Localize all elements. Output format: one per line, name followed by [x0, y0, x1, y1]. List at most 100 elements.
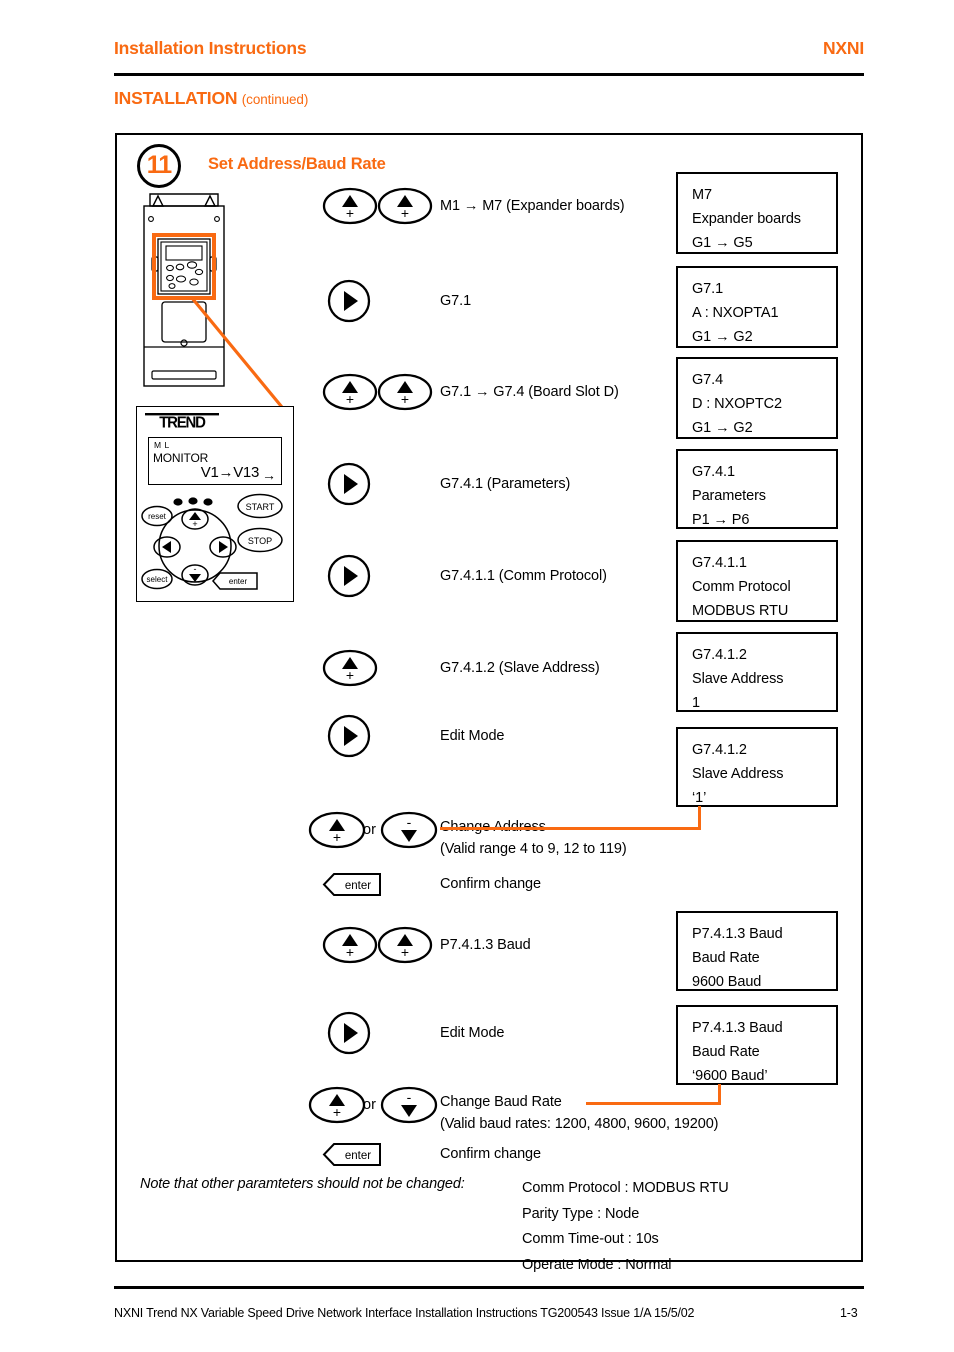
svg-text:+: + — [346, 205, 354, 221]
key-up-plus-icon[interactable]: + — [322, 925, 378, 965]
connector-baud-horizontal — [586, 1102, 721, 1106]
key-right-arrow-icon[interactable] — [326, 462, 372, 506]
section-heading-main: INSTALLATION — [114, 88, 238, 108]
key-right-arrow-icon[interactable] — [326, 554, 372, 598]
keypad-button-cluster: + - reset select START STOP enter — [141, 493, 283, 590]
key-up-plus-icon[interactable]: + — [377, 925, 433, 965]
key-up-plus-icon[interactable]: + — [377, 186, 433, 226]
svg-text:+: + — [346, 944, 354, 960]
step-row-label: Confirm change — [440, 876, 541, 892]
page-header: Installation Instructions NXNI — [114, 38, 864, 66]
step-number-badge: 11 — [137, 144, 181, 188]
led-indicator-2 — [188, 497, 198, 505]
display-line-1: G7.4 — [692, 372, 724, 388]
svg-text:+: + — [333, 829, 341, 845]
step-row-label: G7.4.1.2 (Slave Address) — [440, 660, 600, 676]
svg-text:enter: enter — [345, 1150, 371, 1162]
display-line-2: Baud Rate — [692, 950, 760, 966]
display-line-2: D : NXOPTC2 — [692, 396, 782, 412]
connector-address-horizontal — [440, 827, 701, 831]
display-box-m7: M7 Expander boards G1 → G5 — [676, 172, 838, 254]
key-up-plus-icon[interactable]: + — [308, 1085, 366, 1125]
display-line-3: ‘9600 Baud’ — [692, 1068, 768, 1084]
display-box-g7412: G7.4.1.2 Slave Address 1 — [676, 632, 838, 712]
key-right-arrow-icon[interactable] — [326, 279, 372, 323]
display-line-3: 9600 Baud — [692, 974, 762, 990]
key-down-minus-icon[interactable]: - — [380, 1085, 438, 1125]
svg-text:+: + — [346, 667, 354, 683]
key-up-plus-icon[interactable]: + — [377, 372, 433, 412]
footer-page-number: 1-3 — [840, 1306, 858, 1320]
step-row-label: P7.4.1.3 Baud — [440, 937, 531, 953]
display-line-3: P1 → P6 — [692, 512, 750, 528]
key-up-plus-icon[interactable]: + — [322, 372, 378, 412]
note-item: Operate Mode : Normal — [522, 1256, 672, 1273]
step-row-label: Confirm change — [440, 1146, 541, 1162]
display-box-baud: P7.4.1.3 Baud Baud Rate 9600 Baud — [676, 911, 838, 991]
key-up-plus-icon[interactable]: + — [308, 810, 366, 850]
header-title-right: NXNI — [822, 38, 864, 58]
keypad-lcd-screen: M L MONITOR V1→V13 → — [148, 437, 282, 485]
note-text: Note that other paramteters should not b… — [140, 1176, 465, 1192]
svg-text:-: - — [407, 1089, 412, 1105]
svg-text:+: + — [192, 519, 197, 529]
key-enter-icon[interactable]: enter — [322, 872, 384, 898]
step-row-label: Change Baud Rate — [440, 1094, 562, 1110]
led-indicator-1 — [173, 498, 183, 506]
display-line-1: P7.4.1.3 Baud — [692, 1020, 783, 1036]
key-up-plus-icon[interactable]: + — [322, 186, 378, 226]
led-indicator-3 — [203, 498, 213, 506]
display-line-1: P7.4.1.3 Baud — [692, 926, 783, 942]
display-line-1: G7.4.1.2 — [692, 742, 747, 758]
footer-text: NXNI Trend NX Variable Speed Drive Netwo… — [114, 1306, 695, 1320]
section-heading-continued: (continued) — [241, 92, 309, 107]
display-line-3: G1 → G2 — [692, 420, 753, 436]
display-line-2: Slave Address — [692, 671, 784, 687]
svg-text:-: - — [407, 814, 412, 830]
display-box-g71: G7.1 A : NXOPTA1 G1 → G2 — [676, 266, 838, 348]
display-line-1: G7.1 — [692, 281, 724, 297]
callout-line — [190, 296, 288, 414]
key-up-plus-icon[interactable]: + — [322, 648, 378, 688]
lcd-line-1: M L — [154, 440, 170, 450]
display-line-1: G7.4.1 — [692, 464, 735, 480]
trend-logo: TREND — [137, 413, 293, 432]
step-row-label: G7.4.1.1 (Comm Protocol) — [440, 568, 607, 584]
svg-text:enter: enter — [345, 880, 371, 892]
key-enter-icon[interactable]: enter — [322, 1142, 384, 1168]
svg-text:+: + — [346, 391, 354, 407]
display-line-1: G7.4.1.2 — [692, 647, 747, 663]
note-item: Parity Type : Node — [522, 1205, 640, 1222]
display-box-baud-edit: P7.4.1.3 Baud Baud Rate ‘9600 Baud’ — [676, 1005, 838, 1085]
header-title-left: Installation Instructions — [114, 38, 307, 58]
step-number: 11 — [146, 150, 172, 179]
svg-text:+: + — [401, 205, 409, 221]
display-line-2: Parameters — [692, 488, 766, 504]
step-title: Set Address/Baud Rate — [208, 155, 386, 173]
display-line-3: 1 — [692, 695, 700, 711]
svg-text:enter: enter — [229, 577, 248, 586]
note-parameter-list: Comm Protocol : MODBUS RTU Parity Type :… — [522, 1176, 729, 1278]
lcd-line-2: MONITOR — [153, 451, 209, 465]
display-line-2: Slave Address — [692, 766, 784, 782]
document-page: Installation Instructions NXNI INSTALLAT… — [0, 0, 954, 1352]
note-item: Comm Protocol : MODBUS RTU — [522, 1180, 729, 1196]
key-right-arrow-icon[interactable] — [326, 1011, 372, 1055]
header-divider — [114, 73, 864, 76]
svg-text:+: + — [333, 1104, 341, 1120]
display-line-1: G7.4.1.1 — [692, 555, 747, 571]
or-separator-label: or — [363, 822, 376, 838]
display-line-2: A : NXOPTA1 — [692, 305, 779, 321]
key-right-arrow-icon[interactable] — [326, 714, 372, 758]
note-item: Comm Time-out : 10s — [522, 1231, 659, 1247]
display-box-g74: G7.4 D : NXOPTC2 G1 → G2 — [676, 357, 838, 439]
display-box-g741: G7.4.1 Parameters P1 → P6 — [676, 449, 838, 529]
key-down-minus-icon[interactable]: - — [380, 810, 438, 850]
lcd-right-arrow-icon: → — [262, 467, 276, 483]
svg-text:+: + — [401, 391, 409, 407]
step-row-sublabel: (Valid range 4 to 9, 12 to 119) — [440, 841, 627, 857]
section-heading: INSTALLATION (continued) — [114, 88, 308, 109]
step-row-label: Edit Mode — [440, 1025, 505, 1041]
step-row-label: G7.1 — [440, 293, 472, 309]
step-row-label: Edit Mode — [440, 728, 505, 744]
